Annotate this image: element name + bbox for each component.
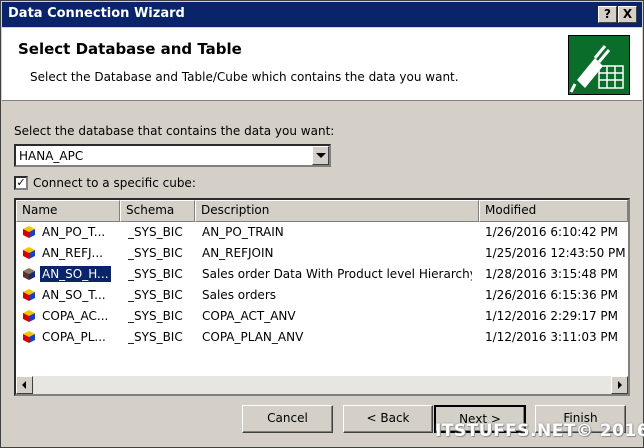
arrow-right-icon xyxy=(618,381,622,389)
title-bar[interactable]: Data Connection Wizard ? X xyxy=(2,2,642,27)
row-schema: _SYS_BIC xyxy=(128,309,183,323)
cube-checkbox[interactable]: ✓ xyxy=(14,176,28,190)
row-modified: 1/26/2016 6:15:36 PM xyxy=(485,288,619,302)
row-name: AN_PO_T... xyxy=(42,225,106,239)
row-name: COPA_PL... xyxy=(42,330,106,344)
row-name: AN_SO_T... xyxy=(42,288,106,302)
cancel-button[interactable]: Cancel xyxy=(242,405,333,433)
cube-icon xyxy=(23,331,35,343)
cube-list[interactable]: Name Schema Description Modified AN_PO_T… xyxy=(14,198,630,396)
list-header: Name Schema Description Modified xyxy=(16,200,628,222)
row-schema: _SYS_BIC xyxy=(128,246,183,260)
row-description: Sales orders xyxy=(202,288,277,302)
cube-icon xyxy=(23,226,35,238)
horizontal-scrollbar[interactable] xyxy=(16,376,628,394)
wizard-header: Select Database and Table Select the Dat… xyxy=(2,28,642,101)
dropdown-button[interactable] xyxy=(312,146,329,165)
row-name: COPA_AC... xyxy=(42,309,109,323)
row-description: Sales order Data With Product level Hier… xyxy=(202,267,472,281)
data-connection-icon xyxy=(568,35,630,95)
table-row-selected[interactable]: AN_SO_H... _SYS_BIC Sales order Data Wit… xyxy=(16,264,618,285)
row-description: AN_PO_TRAIN xyxy=(202,225,284,239)
database-value: HANA_APC xyxy=(19,149,84,163)
row-modified: 1/26/2016 6:10:42 PM xyxy=(485,225,619,239)
back-button[interactable]: < Back xyxy=(343,405,433,433)
table-row[interactable]: AN_SO_T... _SYS_BIC Sales orders 1/26/20… xyxy=(16,285,618,306)
help-button[interactable]: ? xyxy=(598,6,617,23)
row-modified: 1/12/2016 2:29:17 PM xyxy=(485,309,619,323)
row-description: COPA_ACT_ANV xyxy=(202,309,296,323)
cube-checkbox-label[interactable]: Connect to a specific cube: xyxy=(33,176,196,190)
cube-icon xyxy=(23,310,35,322)
row-schema: _SYS_BIC xyxy=(128,330,183,344)
cube-icon xyxy=(23,289,35,301)
row-schema: _SYS_BIC xyxy=(128,267,183,281)
watermark-text: ITSTUFFS.NET© 2016 xyxy=(435,421,644,441)
row-schema: _SYS_BIC xyxy=(128,288,183,302)
close-button[interactable]: X xyxy=(618,6,637,23)
row-schema: _SYS_BIC xyxy=(128,225,183,239)
table-row[interactable]: COPA_AC... _SYS_BIC COPA_ACT_ANV 1/12/20… xyxy=(16,306,618,327)
table-row[interactable]: AN_REFJ... _SYS_BIC AN_REFJOIN 1/25/2016… xyxy=(16,243,626,264)
row-name: AN_SO_H... xyxy=(39,265,112,283)
arrow-left-icon xyxy=(22,381,26,389)
cube-icon xyxy=(23,247,35,259)
database-select[interactable]: HANA_APC xyxy=(14,144,331,167)
row-description: COPA_PLAN_ANV xyxy=(202,330,304,344)
row-modified: 1/25/2016 12:43:50 PM xyxy=(485,246,626,260)
page-title: Select Database and Table xyxy=(18,40,242,58)
row-modified: 1/28/2016 3:15:48 PM xyxy=(485,267,619,281)
row-name: AN_REFJ... xyxy=(42,246,103,260)
row-description: AN_REFJOIN xyxy=(202,246,274,260)
scroll-right-button[interactable] xyxy=(611,376,628,394)
column-header-modified[interactable]: Modified xyxy=(479,200,628,222)
row-modified: 1/12/2016 3:11:03 PM xyxy=(485,330,619,344)
dialog-window: Data Connection Wizard ? X Select Databa… xyxy=(0,0,644,448)
page-subtitle: Select the Database and Table/Cube which… xyxy=(30,70,459,84)
column-header-schema[interactable]: Schema xyxy=(120,200,195,222)
column-header-name[interactable]: Name xyxy=(16,200,120,222)
cube-icon xyxy=(23,268,35,280)
column-header-description[interactable]: Description xyxy=(195,200,479,222)
chevron-down-icon xyxy=(316,153,326,158)
table-row[interactable]: AN_PO_T... _SYS_BIC AN_PO_TRAIN 1/26/201… xyxy=(16,222,618,243)
window-title: Data Connection Wizard xyxy=(8,6,185,21)
scroll-left-button[interactable] xyxy=(16,376,33,394)
table-row[interactable]: COPA_PL... _SYS_BIC COPA_PLAN_ANV 1/12/2… xyxy=(16,327,618,348)
database-label: Select the database that contains the da… xyxy=(14,124,335,138)
